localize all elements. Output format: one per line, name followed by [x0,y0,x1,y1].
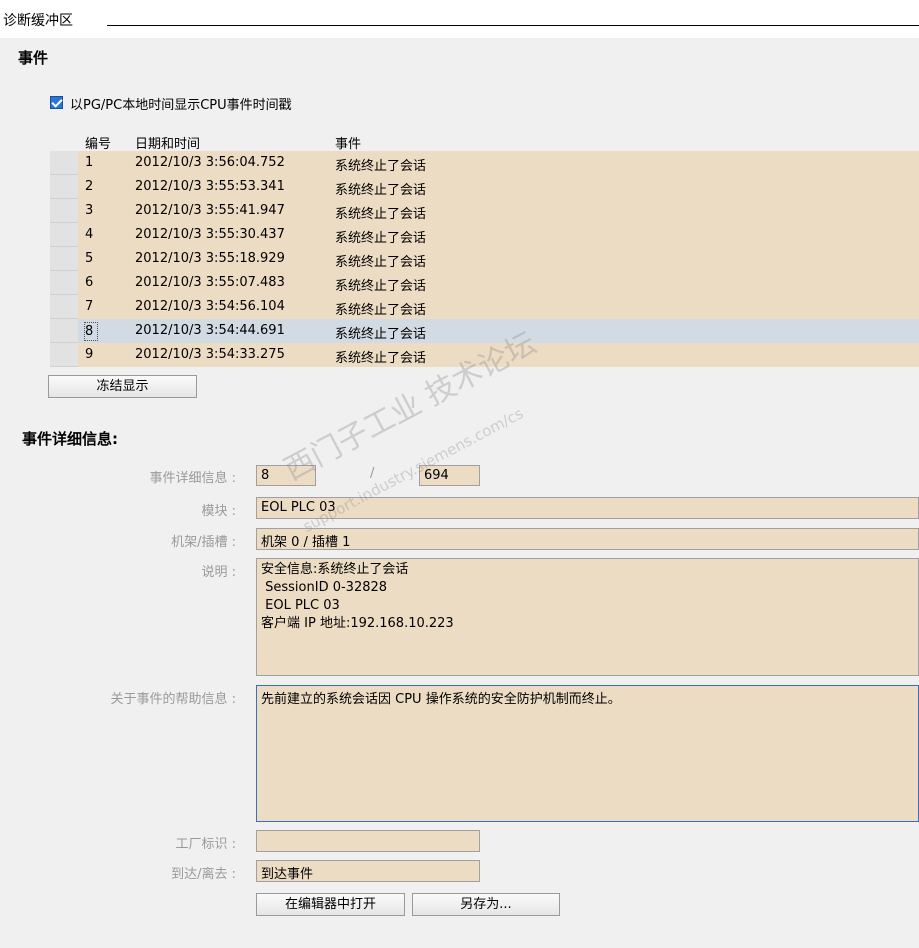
row-selector[interactable] [50,151,78,175]
table-row[interactable]: 5 2012/10/3 3:55:18.929 系统终止了会话 [50,247,919,271]
cell-datetime: 2012/10/3 3:54:33.275 [135,347,285,362]
row-selector[interactable] [50,319,78,343]
cell-no: 7 [85,299,94,314]
event-index-field[interactable]: 8 [256,465,316,486]
column-header-event[interactable]: 事件 [335,133,361,152]
cell-event: 系统终止了会话 [335,159,427,174]
cell-event: 系统终止了会话 [335,231,427,246]
coming-going-label: 到达/离去 : [171,867,236,882]
cell-datetime: 2012/10/3 3:55:07.483 [135,275,285,290]
rack-slot-label: 机架/插槽 : [171,535,236,550]
table-row[interactable]: 9 2012/10/3 3:54:33.275 系统终止了会话 [50,343,919,367]
module-field[interactable]: EOL PLC 03 [256,497,919,519]
event-total-field[interactable]: 694 [419,465,480,486]
cell-datetime: 2012/10/3 3:55:41.947 [135,203,285,218]
cell-datetime: 2012/10/3 3:54:56.104 [135,299,285,314]
event-index-separator: / [370,466,375,481]
row-selector[interactable] [50,223,78,247]
events-table-header: 编号 日期和时间 事件 [50,131,919,152]
table-row[interactable]: 6 2012/10/3 3:55:07.483 系统终止了会话 [50,271,919,295]
table-row[interactable]: 2 2012/10/3 3:55:53.341 系统终止了会话 [50,175,919,199]
cell-datetime: 2012/10/3 3:54:44.691 [135,323,285,338]
events-heading: 事件 [18,49,49,67]
local-time-checkbox-label[interactable]: 以PG/PC本地时间显示CPU事件时间戳 [70,94,292,113]
row-selector[interactable] [50,247,78,271]
row-selector[interactable] [50,343,78,367]
help-field[interactable]: 先前建立的系统会话因 CPU 操作系统的安全防护机制而终止。 [256,685,919,822]
cell-event: 系统终止了会话 [335,327,427,342]
description-label: 说明 : [201,565,236,580]
event-detail-label: 事件详细信息 : [149,471,236,486]
row-selector[interactable] [50,199,78,223]
row-selector[interactable] [50,271,78,295]
cell-datetime: 2012/10/3 3:55:30.437 [135,227,285,242]
event-details-heading: 事件详细信息: [22,430,118,448]
cell-event: 系统终止了会话 [335,279,427,294]
description-field[interactable]: 安全信息:系统终止了会话 SessionID 0-32828 EOL PLC 0… [256,558,919,676]
cell-datetime: 2012/10/3 3:56:04.752 [135,155,285,170]
cell-event: 系统终止了会话 [335,183,427,198]
events-table: 编号 日期和时间 事件 1 2012/10/3 3:56:04.752 系统终止了会… [50,131,919,367]
cell-event: 系统终止了会话 [335,303,427,318]
row-selector[interactable] [50,295,78,319]
table-row-selected[interactable]: 8 2012/10/3 3:54:44.691 系统终止了会话 [50,319,919,343]
rack-slot-field[interactable]: 机架 0 / 插槽 1 [256,528,919,550]
table-row[interactable]: 3 2012/10/3 3:55:41.947 系统终止了会话 [50,199,919,223]
module-label: 模块 : [201,504,236,519]
cell-no: 8 [83,322,99,341]
cell-datetime: 2012/10/3 3:55:53.341 [135,179,285,194]
cell-event: 系统终止了会话 [335,207,427,222]
cell-no: 9 [85,347,94,362]
header-rule [107,25,919,26]
cell-no: 3 [85,203,94,218]
table-row[interactable]: 4 2012/10/3 3:55:30.437 系统终止了会话 [50,223,919,247]
row-selector[interactable] [50,175,78,199]
column-header-no[interactable]: 编号 [85,133,111,152]
description-line: SessionID 0-32828 [261,580,388,595]
cell-no: 6 [85,275,94,290]
local-time-checkbox[interactable] [50,96,63,109]
description-line: 客户端 IP 地址:192.168.10.223 [261,616,454,631]
column-header-datetime[interactable]: 日期和时间 [135,133,200,152]
open-in-editor-button[interactable]: 在编辑器中打开 [256,893,405,916]
save-as-button[interactable]: 另存为... [412,893,560,916]
table-row[interactable]: 7 2012/10/3 3:54:56.104 系统终止了会话 [50,295,919,319]
description-line: 安全信息:系统终止了会话 [261,562,409,577]
description-line: EOL PLC 03 [261,598,340,613]
coming-going-field[interactable]: 到达事件 [256,860,480,882]
plant-tag-field[interactable] [256,830,480,852]
cell-event: 系统终止了会话 [335,351,427,366]
cell-no: 2 [85,179,94,194]
panel-header: 诊断缓冲区 [0,0,919,38]
table-row[interactable]: 1 2012/10/3 3:56:04.752 系统终止了会话 [50,151,919,175]
freeze-display-button[interactable]: 冻结显示 [48,375,197,398]
cell-datetime: 2012/10/3 3:55:18.929 [135,251,285,266]
cell-no: 1 [85,155,94,170]
panel-title: 诊断缓冲区 [3,13,73,29]
cell-no: 4 [85,227,94,242]
cell-no: 5 [85,251,94,266]
cell-event: 系统终止了会话 [335,255,427,270]
help-label: 关于事件的帮助信息 : [110,692,236,707]
plant-tag-label: 工厂标识 : [175,837,236,852]
